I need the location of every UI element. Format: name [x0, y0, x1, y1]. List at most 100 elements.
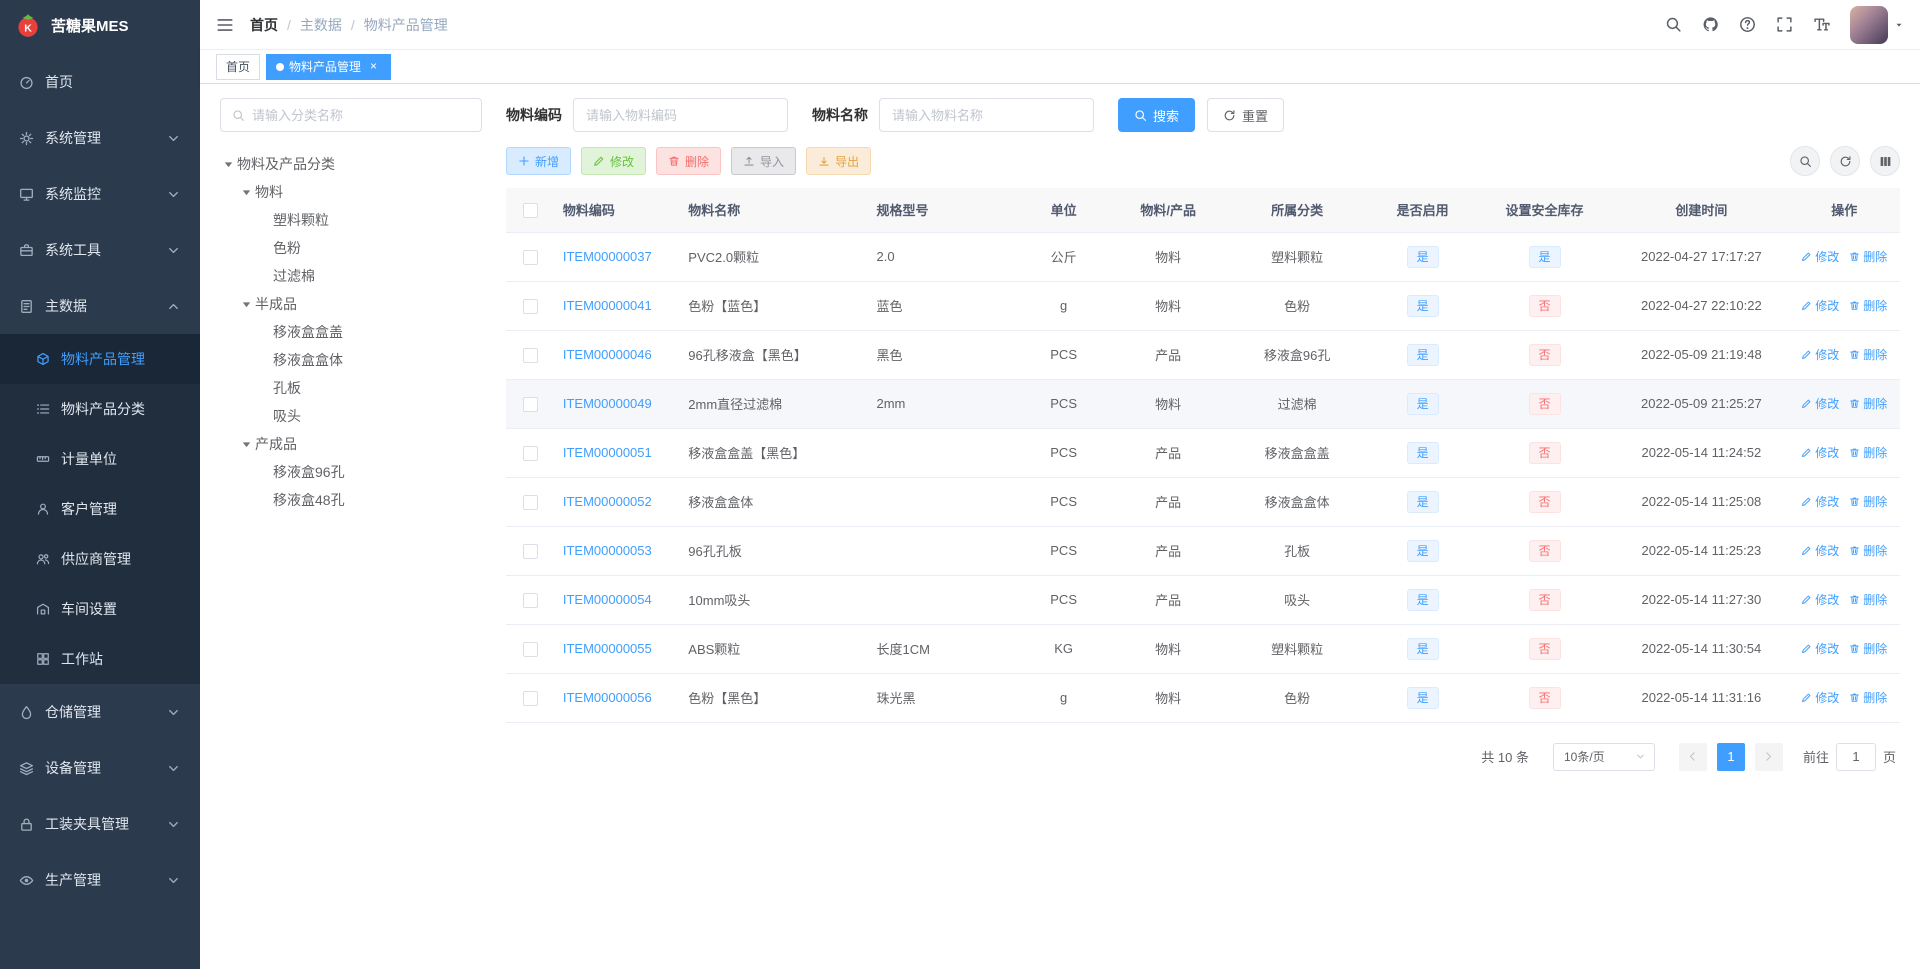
row-checkbox[interactable] [522, 494, 538, 510]
sidebar-item-production-mgmt[interactable]: 生产管理 [0, 852, 200, 908]
export-button[interactable]: 导出 [806, 147, 872, 175]
toggle-search-button[interactable] [1790, 146, 1820, 176]
search-button[interactable]: 搜索 [1118, 98, 1196, 132]
row-checkbox[interactable] [522, 543, 538, 559]
enabled-tag[interactable]: 是 [1406, 686, 1439, 709]
sidebar-item-supplier-mgmt[interactable]: 供应商管理 [0, 534, 200, 584]
enabled-tag[interactable]: 是 [1406, 392, 1439, 415]
page-size-select[interactable]: 10条/页 [1552, 742, 1655, 771]
safety-stock-tag[interactable]: 否 [1528, 441, 1561, 464]
row-edit-link[interactable]: 修改 [1801, 395, 1839, 412]
row-delete-link[interactable]: 删除 [1849, 346, 1887, 363]
safety-stock-tag[interactable]: 否 [1528, 588, 1561, 611]
material-code-link[interactable]: ITEM00000055 [563, 641, 652, 656]
tree-node[interactable]: 物料 [220, 178, 482, 206]
tree-caret-icon[interactable] [238, 184, 255, 201]
row-delete-link[interactable]: 删除 [1849, 591, 1887, 608]
tree-caret-icon[interactable] [238, 296, 255, 313]
safety-stock-tag[interactable]: 否 [1528, 539, 1561, 562]
safety-stock-tag[interactable]: 否 [1528, 343, 1561, 366]
tree-node[interactable]: 色粉 [220, 234, 482, 262]
row-delete-link[interactable]: 删除 [1849, 297, 1887, 314]
material-name-input[interactable] [879, 98, 1094, 132]
import-button[interactable]: 导入 [731, 147, 797, 175]
enabled-tag[interactable]: 是 [1406, 490, 1439, 513]
delete-button[interactable]: 删除 [656, 147, 722, 175]
sidebar-item-warehouse-mgmt[interactable]: 仓储管理 [0, 684, 200, 740]
material-code-link[interactable]: ITEM00000052 [563, 494, 652, 509]
enabled-tag[interactable]: 是 [1406, 343, 1439, 366]
reset-button[interactable]: 重置 [1207, 98, 1285, 132]
row-edit-link[interactable]: 修改 [1801, 444, 1839, 461]
row-checkbox[interactable] [522, 641, 538, 657]
material-code-link[interactable]: ITEM00000037 [563, 249, 652, 264]
tree-caret-icon[interactable] [220, 156, 237, 173]
row-edit-link[interactable]: 修改 [1801, 346, 1839, 363]
menu-toggle-icon[interactable] [216, 16, 234, 34]
enabled-tag[interactable]: 是 [1406, 588, 1439, 611]
row-edit-link[interactable]: 修改 [1801, 591, 1839, 608]
row-edit-link[interactable]: 修改 [1801, 542, 1839, 559]
sidebar-item-measure-unit[interactable]: 计量单位 [0, 434, 200, 484]
user-menu[interactable] [1850, 5, 1904, 44]
row-checkbox[interactable] [522, 592, 538, 608]
close-icon[interactable]: × [366, 59, 381, 74]
material-code-link[interactable]: ITEM00000054 [563, 592, 652, 607]
sidebar-item-home[interactable]: 首页 [0, 54, 200, 110]
tree-node[interactable]: 移液盒48孔 [220, 486, 482, 514]
app-logo[interactable]: K 苦糖果MES [0, 0, 200, 50]
tree-node[interactable]: 过滤棉 [220, 262, 482, 290]
tree-node[interactable]: 移液盒96孔 [220, 458, 482, 486]
material-code-link[interactable]: ITEM00000053 [563, 543, 652, 558]
breadcrumb-item[interactable]: 首页 [250, 15, 278, 35]
row-delete-link[interactable]: 删除 [1849, 640, 1887, 657]
row-edit-link[interactable]: 修改 [1801, 248, 1839, 265]
sidebar-item-system-mgmt[interactable]: 系统管理 [0, 110, 200, 166]
tree-node[interactable]: 移液盒盒盖 [220, 318, 482, 346]
tree-node[interactable]: 半成品 [220, 290, 482, 318]
safety-stock-tag[interactable]: 否 [1528, 686, 1561, 709]
tree-node[interactable]: 塑料颗粒 [220, 206, 482, 234]
tree-caret-icon[interactable] [238, 436, 255, 453]
tree-node[interactable]: 产成品 [220, 430, 482, 458]
add-button[interactable]: 新增 [506, 147, 572, 175]
select-all-checkbox[interactable] [522, 202, 538, 218]
material-code-link[interactable]: ITEM00000051 [563, 445, 652, 460]
sidebar-item-system-monitor[interactable]: 系统监控 [0, 166, 200, 222]
row-checkbox[interactable] [522, 445, 538, 461]
prev-page-button[interactable] [1678, 742, 1707, 771]
jump-page-input[interactable] [1835, 742, 1876, 771]
row-checkbox[interactable] [522, 690, 538, 706]
material-code-link[interactable]: ITEM00000041 [563, 298, 652, 313]
category-search-input[interactable] [252, 107, 470, 123]
enabled-tag[interactable]: 是 [1406, 539, 1439, 562]
row-checkbox[interactable] [522, 249, 538, 265]
row-edit-link[interactable]: 修改 [1801, 493, 1839, 510]
row-edit-link[interactable]: 修改 [1801, 640, 1839, 657]
material-code-input[interactable] [573, 98, 788, 132]
tree-node[interactable]: 吸头 [220, 402, 482, 430]
sidebar-item-master-data[interactable]: 主数据 [0, 278, 200, 334]
row-delete-link[interactable]: 删除 [1849, 689, 1887, 706]
fontsize-icon[interactable] [1813, 16, 1830, 33]
material-code-link[interactable]: ITEM00000049 [563, 396, 652, 411]
row-checkbox[interactable] [522, 347, 538, 363]
sidebar-item-device-mgmt[interactable]: 设备管理 [0, 740, 200, 796]
row-delete-link[interactable]: 删除 [1849, 444, 1887, 461]
safety-stock-tag[interactable]: 否 [1528, 294, 1561, 317]
tab-home[interactable]: 首页 [216, 53, 261, 80]
sidebar-item-fixture-mgmt[interactable]: 工装夹具管理 [0, 796, 200, 852]
enabled-tag[interactable]: 是 [1406, 294, 1439, 317]
tree-node[interactable]: 移液盒盒体 [220, 346, 482, 374]
material-code-link[interactable]: ITEM00000046 [563, 347, 652, 362]
row-delete-link[interactable]: 删除 [1849, 395, 1887, 412]
row-checkbox[interactable] [522, 298, 538, 314]
row-edit-link[interactable]: 修改 [1801, 689, 1839, 706]
user-avatar[interactable] [1850, 5, 1888, 44]
tree-node[interactable]: 物料及产品分类 [220, 150, 482, 178]
row-checkbox[interactable] [522, 396, 538, 412]
row-delete-link[interactable]: 删除 [1849, 542, 1887, 559]
row-delete-link[interactable]: 删除 [1849, 248, 1887, 265]
sidebar-item-workstation[interactable]: 工作站 [0, 634, 200, 684]
edit-button[interactable]: 修改 [581, 147, 647, 175]
